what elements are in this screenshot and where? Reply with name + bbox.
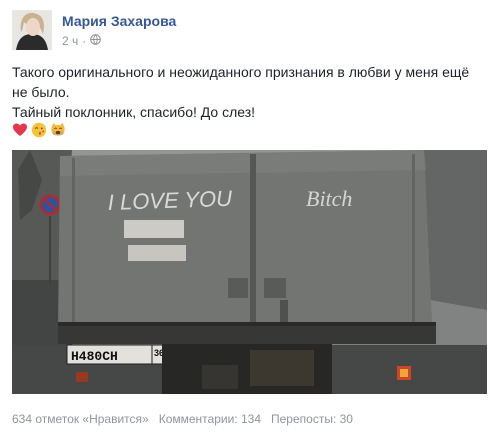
post-text-line: Такого оригинального и неожиданного приз… xyxy=(12,64,470,80)
post-photo[interactable]: I LOVE YOU Bitch Н480СН 36 xyxy=(12,150,487,394)
kissing-face-emoji-icon xyxy=(31,122,47,138)
author-name[interactable]: Мария Захарова xyxy=(62,13,176,29)
meta-separator: · xyxy=(82,34,87,48)
globe-icon[interactable] xyxy=(90,34,102,48)
emoji-row xyxy=(12,122,66,138)
post-text-line: Тайный поклонник, спасибо! До слез! xyxy=(12,104,256,120)
heart-emoji-icon xyxy=(12,122,28,138)
post-header: Мария Захарова 2 ч · xyxy=(12,10,487,50)
shares-count[interactable]: Перепосты: 30 xyxy=(271,412,353,426)
post-meta: 2 ч · xyxy=(62,34,102,48)
post-stats: 634 отметок «Нравится» Комментарии: 134 … xyxy=(12,412,353,426)
post-text: Такого оригинального и неожиданного приз… xyxy=(12,62,482,122)
crying-cat-emoji-icon xyxy=(50,122,66,138)
post-timestamp[interactable]: 2 ч xyxy=(62,34,78,48)
likes-count[interactable]: 634 отметок «Нравится» xyxy=(12,412,149,426)
avatar[interactable] xyxy=(12,10,52,50)
post-text-line: не было. xyxy=(12,84,70,100)
comments-count[interactable]: Комментарии: 134 xyxy=(159,412,261,426)
